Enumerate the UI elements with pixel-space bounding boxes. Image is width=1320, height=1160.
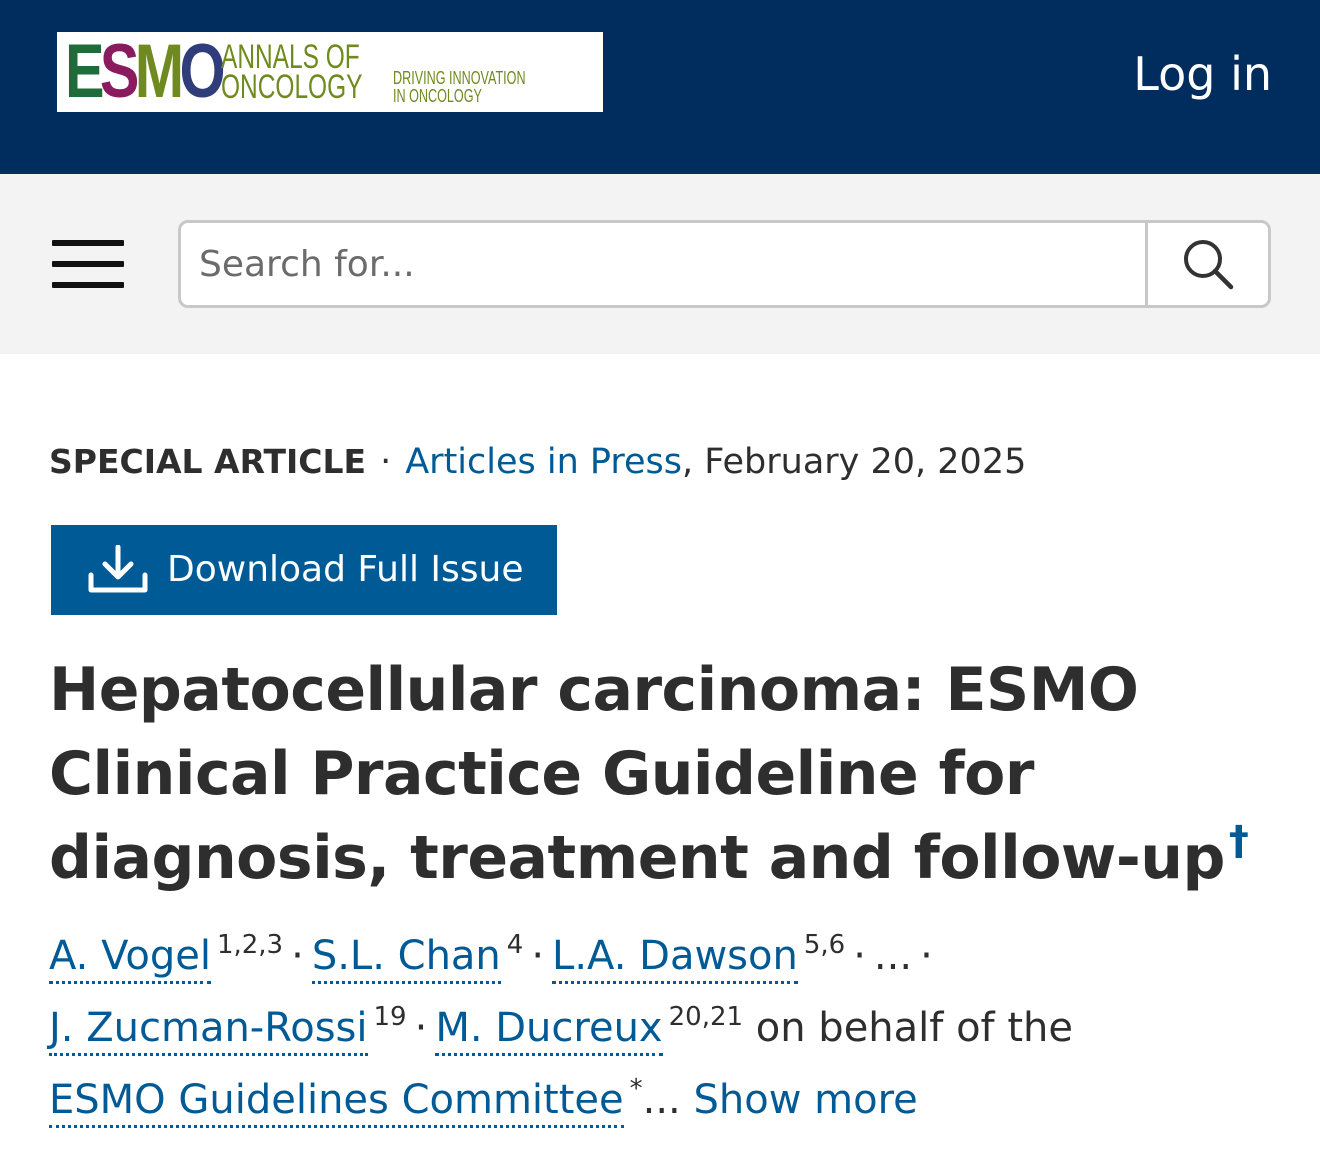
menu-icon[interactable] bbox=[52, 240, 124, 290]
esmo-wordmark: ESMO bbox=[65, 32, 226, 112]
search-button[interactable] bbox=[1145, 223, 1268, 305]
author-link[interactable]: L.A. Dawson bbox=[552, 933, 798, 984]
search-box bbox=[178, 220, 1271, 308]
article-meta: SPECIAL ARTICLE · Articles in Press, Febru… bbox=[49, 440, 1026, 484]
search-input[interactable] bbox=[181, 223, 1145, 305]
author-link[interactable]: S.L. Chan bbox=[311, 933, 501, 984]
download-label: Download Full Issue bbox=[167, 549, 524, 590]
author-separator: · bbox=[920, 933, 933, 979]
article-type: SPECIAL ARTICLE bbox=[49, 442, 367, 481]
search-icon bbox=[1184, 240, 1234, 290]
site-header: ESMO ANNALS OF ONCOLOGY DRIVING INNOVATI… bbox=[0, 0, 1320, 174]
login-link[interactable]: Log in bbox=[1133, 44, 1272, 104]
committee-footnote-mark: * bbox=[629, 1074, 643, 1104]
author-separator: · bbox=[531, 933, 545, 979]
author-affiliation: 5,6 bbox=[803, 930, 846, 960]
author-separator: · bbox=[291, 933, 304, 979]
logo-tagline: DRIVING INNOVATION IN ONCOLOGY bbox=[393, 68, 526, 106]
on-behalf-text: on behalf of the bbox=[755, 1005, 1073, 1051]
author-ellipsis: ... bbox=[873, 933, 913, 979]
author-affiliation: 4 bbox=[506, 930, 524, 960]
show-more-ellipsis: ... bbox=[642, 1077, 681, 1123]
articles-in-press-link[interactable]: Articles in Press bbox=[405, 442, 682, 482]
article-title: Hepatocellular carcinoma: ESMO Clinical … bbox=[49, 655, 1249, 893]
author-list: A. Vogel 1,2,3 · S.L. Chan 4 · L.A. Dawson 5,6 ·… bbox=[49, 920, 1289, 1136]
meta-separator: · bbox=[380, 442, 392, 482]
annals-of-oncology-logo[interactable]: ESMO ANNALS OF ONCOLOGY DRIVING INNOVATI… bbox=[57, 32, 603, 112]
title-footnote-mark[interactable]: † bbox=[1229, 818, 1249, 864]
download-icon bbox=[88, 545, 148, 593]
author-link[interactable]: J. Zucman-Rossi bbox=[49, 1005, 368, 1056]
author-link[interactable]: M. Ducreux bbox=[435, 1005, 663, 1056]
author-separator: · bbox=[853, 933, 866, 979]
author-affiliation: 20,21 bbox=[668, 1002, 744, 1032]
show-more-link[interactable]: Show more bbox=[693, 1077, 917, 1123]
download-full-issue-button[interactable]: Download Full Issue bbox=[51, 525, 557, 615]
author-affiliation: 1,2,3 bbox=[216, 930, 284, 960]
publication-date: , February 20, 2025 bbox=[682, 442, 1027, 482]
logo-journal-name: ANNALS OF ONCOLOGY bbox=[221, 38, 363, 106]
author-link[interactable]: A. Vogel bbox=[49, 933, 211, 984]
committee-link[interactable]: ESMO Guidelines Committee bbox=[49, 1077, 624, 1128]
author-affiliation: 19 bbox=[373, 1002, 407, 1032]
author-separator: · bbox=[414, 1005, 428, 1051]
